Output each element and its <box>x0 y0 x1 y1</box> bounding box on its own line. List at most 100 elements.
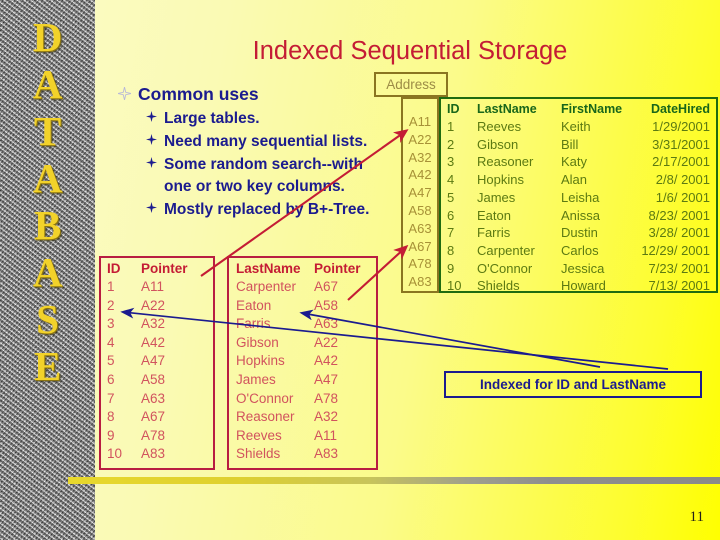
bullet-top-level: Common uses <box>118 82 403 106</box>
bullet-item-label: Mostly replaced by B+-Tree. <box>164 201 370 218</box>
table-row: James A47 <box>236 371 376 390</box>
column-header-id: ID <box>447 102 460 116</box>
table-row: 4 Hopkins Alan 2/8/ 2001 <box>447 171 710 189</box>
cell-lastname: Shields <box>236 446 281 462</box>
sparkle-solid-icon <box>146 157 157 168</box>
address-cell: A63 <box>408 220 432 236</box>
bullet-item-label: Some random search--with <box>164 156 363 173</box>
address-column: A11 A22 A32 A42 A47 A58 A63 A67 A78 A83 <box>401 97 439 293</box>
table-row: 9 A78 <box>107 427 213 446</box>
cell-datehired: 7/13/ 2001 <box>648 278 710 294</box>
sidebar-letter: A <box>32 61 63 107</box>
address-cell: A42 <box>408 167 432 183</box>
index-table-id: ID Pointer 1 A11 2 A22 3 A32 4 A42 5 A47 6 A58 7 A63 8… <box>99 256 215 470</box>
sparkle-solid-icon <box>146 202 157 213</box>
cell-lastname: Reeves <box>236 427 282 443</box>
cell-lastname: Reasoner <box>477 154 534 170</box>
cell-pointer: A67 <box>314 279 339 294</box>
cell-pointer: A32 <box>314 409 339 425</box>
sparkle-solid-icon <box>146 134 157 145</box>
table-row: 7 A63 <box>107 390 213 409</box>
cell-pointer: A78 <box>314 390 339 406</box>
cell-datehired: 1/29/2001 <box>652 119 710 134</box>
table-row: 4 A42 <box>107 334 213 353</box>
table-row: Hopkins A42 <box>236 352 376 371</box>
cell-datehired: 3/28/ 2001 <box>648 225 710 241</box>
cell-id: 1 <box>447 119 455 134</box>
cell-lastname: O'Connor <box>477 260 533 276</box>
callout-indexed-note: Indexed for ID and LastName <box>444 371 702 398</box>
sparkle-solid-icon <box>146 111 157 122</box>
address-cell: A67 <box>408 238 432 254</box>
cell-pointer: A83 <box>314 446 339 462</box>
page-number: 11 <box>689 509 704 525</box>
sidebar-letter: E <box>33 343 62 389</box>
cell-firstname: Leisha <box>561 189 600 205</box>
column-header-pointer: Pointer <box>314 261 361 276</box>
table-row: 8 A67 <box>107 408 213 427</box>
cell-lastname: Shields <box>477 278 520 294</box>
cell-datehired: 8/23/ 2001 <box>648 207 710 223</box>
table-row: 2 Gibson Bill 3/31/2001 <box>447 136 710 154</box>
column-header-lastname: LastName <box>236 261 301 276</box>
column-header-firstname: FirstName <box>561 102 623 116</box>
cell-pointer: A11 <box>314 427 338 443</box>
cell-id: 2 <box>447 136 455 152</box>
cell-id: 2 <box>107 297 115 313</box>
table-row: 5 A47 <box>107 352 213 371</box>
table-row: 6 A58 <box>107 371 213 390</box>
cell-firstname: Carlos <box>561 242 599 258</box>
cell-id: 5 <box>107 353 115 369</box>
column-header-pointer: Pointer <box>141 261 188 276</box>
table-row: 6 Eaton Anissa 8/23/ 2001 <box>447 207 710 225</box>
cell-firstname: Keith <box>561 119 591 134</box>
table-row: Gibson A22 <box>236 334 376 353</box>
cell-firstname: Dustin <box>561 225 598 241</box>
table-row: 9 O'Connor Jessica 7/23/ 2001 <box>447 260 710 278</box>
sidebar-letter: D <box>32 14 63 60</box>
cell-lastname: Eaton <box>477 207 511 223</box>
table-row: 7 Farris Dustin 3/28/ 2001 <box>447 224 710 242</box>
address-cell: A11 <box>408 114 432 129</box>
cell-firstname: Jessica <box>561 260 605 276</box>
cell-firstname: Anissa <box>561 207 601 223</box>
cell-pointer: A42 <box>314 353 339 369</box>
sidebar-granite-band: D A T A B A S E <box>0 0 95 540</box>
column-header-lastname: LastName <box>477 102 537 116</box>
sidebar-letter: S <box>36 296 59 342</box>
table-row: 2 A22 <box>107 297 213 316</box>
address-cell: A22 <box>408 131 432 147</box>
table-header-row: LastName Pointer <box>236 260 376 278</box>
cell-id: 3 <box>107 316 115 332</box>
page-title: Indexed Sequential Storage <box>252 37 568 65</box>
cell-pointer: A47 <box>141 353 166 369</box>
cell-lastname: Hopkins <box>477 172 524 188</box>
column-header-id: ID <box>107 261 121 276</box>
sidebar-letter: T <box>33 108 62 154</box>
address-cell: A58 <box>408 202 432 218</box>
cell-pointer: A58 <box>141 371 166 387</box>
table-row: Farris A63 <box>236 315 376 334</box>
cell-pointer: A58 <box>314 297 339 313</box>
bullet-item: Large tables. <box>146 107 403 130</box>
address-cell: A83 <box>408 274 432 290</box>
table-header-row: ID Pointer <box>107 260 213 278</box>
column-header-datehired: DateHired <box>650 102 710 116</box>
cell-lastname: Reasoner <box>236 409 295 425</box>
table-row: 3 A32 <box>107 315 213 334</box>
table-header-row: ID LastName FirstName DateHired <box>447 101 710 118</box>
bullet-item: Mostly replaced by B+-Tree. <box>146 198 403 221</box>
address-label-box: Address <box>374 72 448 97</box>
cell-id: 5 <box>447 189 455 205</box>
cell-pointer: A42 <box>141 334 166 350</box>
cell-pointer: A32 <box>141 316 166 332</box>
cell-id: 3 <box>447 154 455 170</box>
address-cell: A78 <box>408 256 432 272</box>
cell-pointer: A67 <box>141 409 166 425</box>
table-row: Shields A83 <box>236 445 376 464</box>
employee-data-table: ID LastName FirstName DateHired 1 Reeves K… <box>439 97 718 293</box>
cell-lastname: Farris <box>477 225 511 241</box>
bullet-item: Some random search--with <box>146 153 403 176</box>
cell-lastname: Gibson <box>477 136 519 152</box>
cell-firstname: Howard <box>561 278 606 294</box>
